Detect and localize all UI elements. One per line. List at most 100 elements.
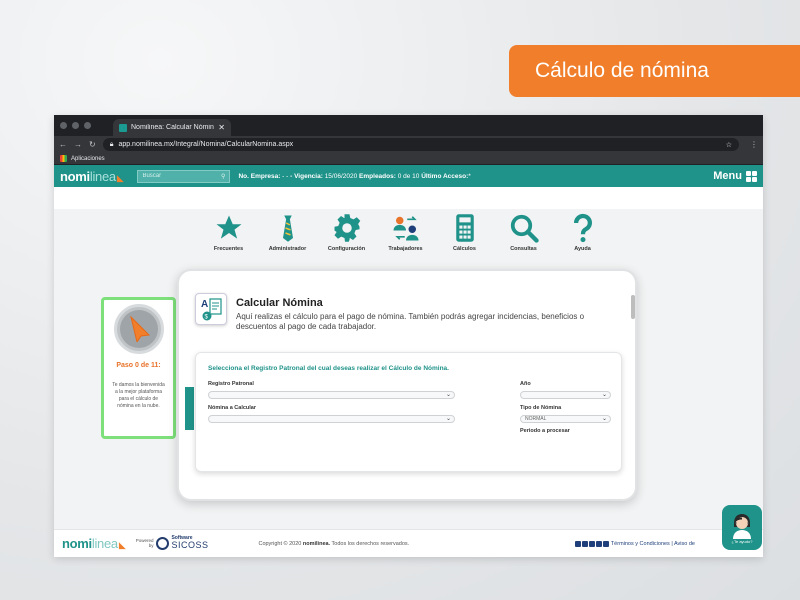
nav-administrador[interactable]: Administrador	[258, 213, 317, 252]
tipo-nomina-select[interactable]: NORMAL ⌄	[520, 415, 611, 423]
footer-logo-part-b: linea	[91, 536, 118, 551]
search-box: ⚲	[137, 169, 231, 183]
svg-text:A: A	[201, 299, 208, 310]
powered-by: Powered by	[135, 537, 154, 548]
page-title: Calcular Nómina	[236, 297, 323, 309]
nomilinea-logo[interactable]: nomilinea◣	[60, 168, 124, 184]
tie-icon	[282, 215, 293, 242]
close-tab-icon[interactable]: ✕	[218, 123, 225, 132]
ultimo-acceso-label: Último Acceso:	[421, 172, 469, 180]
help-assistant-button[interactable]: ¿Te ayudo?	[722, 505, 762, 550]
linkedin-icon[interactable]	[602, 540, 609, 547]
address-bar[interactable]: 🔒︎ app.nomilinea.mx/Integral/Nomina/Calc…	[102, 138, 739, 151]
title-banner: Cálculo de nómina	[509, 45, 800, 97]
vigencia-label: Vigencia:	[294, 172, 323, 180]
nav-label: Cálculos	[453, 246, 476, 252]
module-nav: Frecuentes Administrador Configuración T…	[199, 213, 612, 252]
facebook-icon[interactable]	[581, 540, 588, 547]
tipo-nomina-value: NORMAL	[525, 416, 547, 422]
tipo-nomina-label: Tipo de Nómina	[520, 405, 562, 411]
bookmark-star-icon[interactable]: ☆	[726, 141, 732, 149]
browser-tab[interactable]: Nomilinea: Calcular Nómina ✕	[113, 119, 231, 136]
copyright: Copyright © 2020 nomilinea. Todos los de…	[258, 541, 409, 547]
twitter-icon[interactable]	[574, 540, 581, 547]
search-input[interactable]	[142, 173, 222, 179]
step-badge-inner	[119, 310, 158, 348]
minimize-window-dot[interactable]	[72, 122, 79, 129]
document-calc-glyph: A$	[201, 298, 222, 321]
ultimo-acceso-value: *	[468, 172, 471, 180]
app-header: nomilinea◣ ⚲ No. Empresa: - - - Vigencia…	[54, 165, 763, 187]
cursor-arrow-icon	[129, 316, 150, 342]
lock-icon: 🔒︎	[109, 140, 114, 148]
form-heading: Selecciona el Registro Patronal del cual…	[208, 365, 449, 372]
sicoss-name: SICOSS	[171, 540, 209, 551]
periodo-label: Periodo a procesar	[520, 428, 570, 434]
nomina-calcular-select[interactable]: ⌄	[208, 415, 455, 423]
onboarding-step-card: Paso 0 de 11: Te damos la bienvenida a l…	[101, 297, 176, 439]
forward-icon[interactable]: →	[74, 140, 82, 149]
nav-label: Administrador	[268, 246, 307, 252]
calcular-nomina-card: A $ Calcular Nómina Aquí realizas el cálc…	[177, 269, 637, 501]
sicoss-logo[interactable]: Software SICOSS	[156, 535, 209, 551]
nav-consultas[interactable]: Consultas	[494, 213, 553, 252]
back-icon[interactable]: ←	[59, 140, 67, 149]
nav-label: Frecuentes	[213, 246, 244, 252]
chevron-down-icon: ⌄	[445, 392, 451, 398]
gear-icon	[334, 214, 360, 242]
banner-title: Cálculo de nómina	[535, 59, 709, 82]
address-row: ← → ↻ 🔒︎ app.nomilinea.mx/Integral/Nomin…	[54, 136, 763, 153]
star-icon	[216, 215, 241, 239]
nav-frecuentes[interactable]: Frecuentes	[199, 213, 258, 252]
chevron-down-icon: ⌄	[445, 416, 451, 422]
menu-button[interactable]: Menu	[713, 170, 757, 182]
empleados-value: 0 de 10	[397, 172, 420, 180]
copyright-post: Todos los derechos reservados.	[331, 540, 410, 547]
step-title: Paso 0 de 11:	[116, 362, 161, 369]
registro-patronal-select[interactable]: ⌄	[208, 391, 455, 399]
browser-menu-icon[interactable]: ⋮	[750, 140, 758, 149]
nav-calculos[interactable]: Cálculos	[435, 213, 494, 252]
url-text: app.nomilinea.mx/Integral/Nomina/Calcula…	[118, 141, 294, 148]
logo-arrow-icon: ◣	[118, 540, 126, 550]
maximize-window-dot[interactable]	[84, 122, 91, 129]
nav-label: Configuración	[327, 246, 366, 252]
registro-patronal-label: Registro Patronal	[208, 381, 254, 387]
chevron-down-icon: ⌄	[601, 416, 607, 422]
search-icon[interactable]: ⚲	[221, 173, 225, 180]
bookmark-apps[interactable]: Aplicaciones	[71, 156, 105, 162]
page-description: Aquí realizas el cálculo para el pago de…	[236, 312, 585, 331]
assistant-avatar-icon	[733, 514, 751, 539]
apps-grid-icon[interactable]	[60, 155, 67, 162]
copyright-brand: nomilinea.	[302, 540, 331, 547]
footer-logo[interactable]: nomilinea◣	[62, 536, 126, 551]
terms-link[interactable]: Términos y Condiciones | Aviso de	[611, 541, 695, 547]
footer-logo-part-a: nomi	[62, 536, 92, 551]
logo-arrow-icon: ◣	[116, 172, 124, 183]
calculator-icon	[455, 214, 474, 242]
sicoss-wordmark: Software SICOSS	[171, 535, 209, 551]
step-badge	[113, 304, 164, 354]
browser-tabbar: Nomilinea: Calcular Nómina ✕	[54, 115, 763, 136]
instagram-icon[interactable]	[595, 540, 602, 547]
nav-ayuda[interactable]: Ayuda	[553, 213, 612, 252]
empresa-label: No. Empresa:	[238, 172, 281, 180]
empresa-value: - -	[282, 172, 289, 180]
page-footer: nomilinea◣ Powered by Software SICOSS Cop…	[54, 529, 763, 557]
empleados-label: Empleados:	[359, 172, 396, 180]
nav-label: Trabajadores	[388, 246, 423, 252]
nomina-form: Selecciona el Registro Patronal del cual…	[195, 352, 622, 472]
social-links	[574, 540, 609, 547]
anio-select[interactable]: ⌄	[520, 391, 611, 399]
youtube-icon[interactable]	[588, 540, 595, 547]
reload-icon[interactable]: ↻	[89, 140, 96, 149]
logo-part-b: linea	[89, 168, 116, 184]
nomina-calcular-label: Nómina a Calcular	[208, 405, 256, 411]
menu-grid-icon	[746, 170, 757, 182]
scrollbar-thumb[interactable]	[631, 295, 635, 319]
nav-configuracion[interactable]: Configuración	[317, 213, 376, 252]
nav-label: Ayuda	[574, 246, 591, 252]
tab-title: Nomilinea: Calcular Nómina	[131, 124, 215, 131]
close-window-dot[interactable]	[60, 122, 67, 129]
nav-trabajadores[interactable]: Trabajadores	[376, 213, 435, 252]
